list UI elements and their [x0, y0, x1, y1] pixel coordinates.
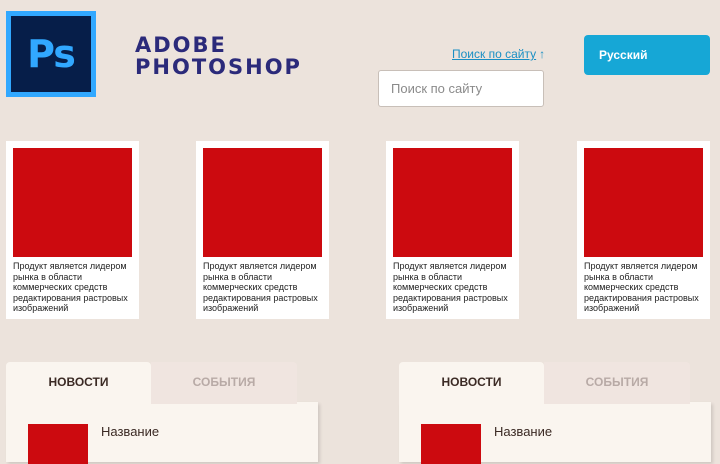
news-panel: Название — [399, 402, 711, 464]
tab-news[interactable]: НОВОСТИ — [399, 362, 544, 404]
tab-news[interactable]: НОВОСТИ — [6, 362, 151, 404]
search-input[interactable]: Поиск по сайту — [378, 70, 544, 107]
news-panel: Название — [6, 402, 318, 464]
brand-line-2: PHOTOSHOP — [135, 55, 302, 79]
arrow-up-icon: ↑ — [539, 47, 546, 61]
product-image — [584, 148, 703, 257]
product-description: Продукт является лидером рынка в области… — [203, 261, 318, 313]
product-card[interactable]: Продукт является лидером рынка в области… — [386, 141, 519, 319]
product-card[interactable]: Продукт является лидером рынка в области… — [577, 141, 710, 319]
photoshop-logo[interactable]: Ps — [6, 11, 96, 97]
product-image — [13, 148, 132, 257]
tab-events[interactable]: СОБЫТИЯ — [544, 362, 690, 404]
product-image — [203, 148, 322, 257]
news-events-block: Название НОВОСТИ СОБЫТИЯ — [399, 362, 719, 464]
search-link[interactable]: Поиск по сайту ↑ — [452, 47, 545, 61]
product-card[interactable]: Продукт является лидером рынка в области… — [6, 141, 139, 319]
logo-text: Ps — [11, 16, 91, 92]
search-placeholder: Поиск по сайту — [391, 81, 483, 96]
news-item-title[interactable]: Название — [101, 424, 159, 439]
news-thumbnail[interactable] — [28, 424, 88, 464]
language-button-label: Русский — [599, 48, 648, 62]
product-image — [393, 148, 512, 257]
product-description: Продукт является лидером рынка в области… — [393, 261, 508, 313]
tab-events[interactable]: СОБЫТИЯ — [151, 362, 297, 404]
brand-title: ADOBE PHOTOSHOP — [135, 34, 302, 78]
news-thumbnail[interactable] — [421, 424, 481, 464]
search-link-label: Поиск по сайту — [452, 47, 537, 61]
product-description: Продукт является лидером рынка в области… — [584, 261, 699, 313]
news-item-title[interactable]: Название — [494, 424, 552, 439]
product-card[interactable]: Продукт является лидером рынка в области… — [196, 141, 329, 319]
news-events-block: Название НОВОСТИ СОБЫТИЯ — [6, 362, 326, 464]
brand-line-1: ADOBE — [135, 33, 227, 57]
language-button[interactable]: Русский — [584, 35, 710, 75]
product-description: Продукт является лидером рынка в области… — [13, 261, 128, 313]
